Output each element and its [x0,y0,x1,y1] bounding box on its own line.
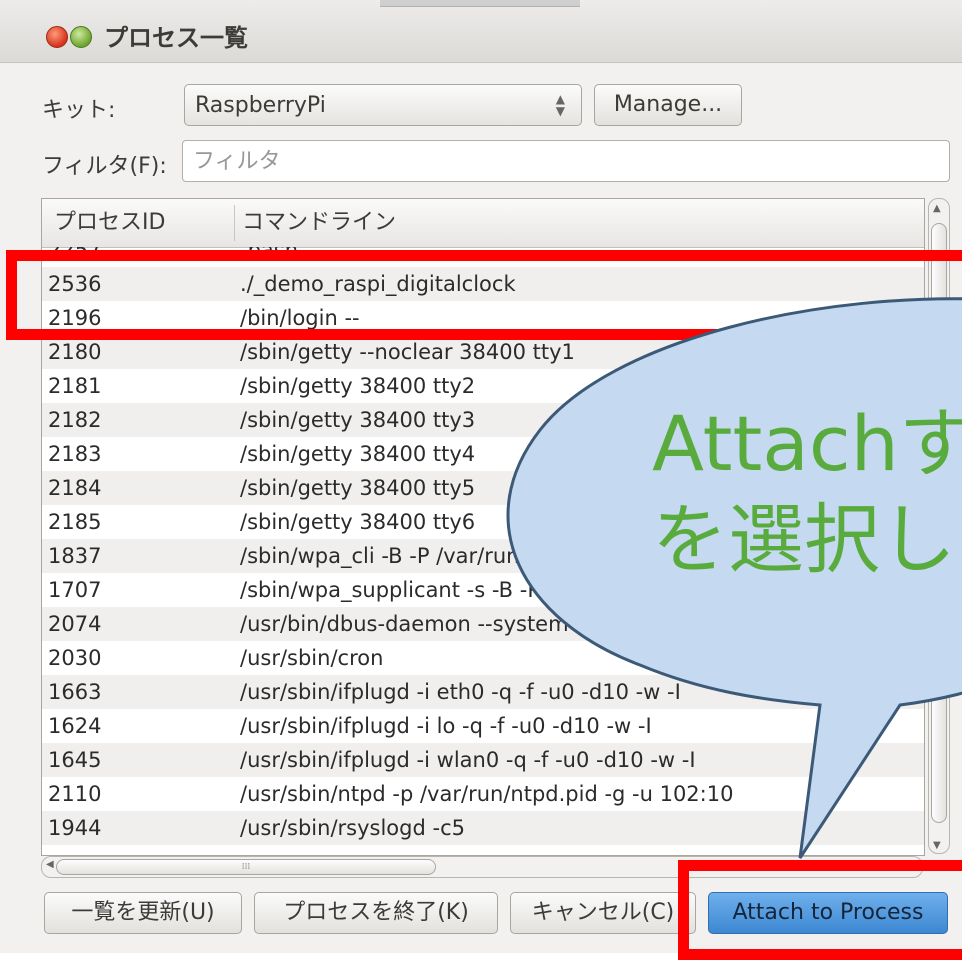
callout-text: Attachす を選択し [652,396,962,588]
callout-line-1: Attachす [652,399,962,488]
callout-line-2: を選択し [652,495,956,584]
